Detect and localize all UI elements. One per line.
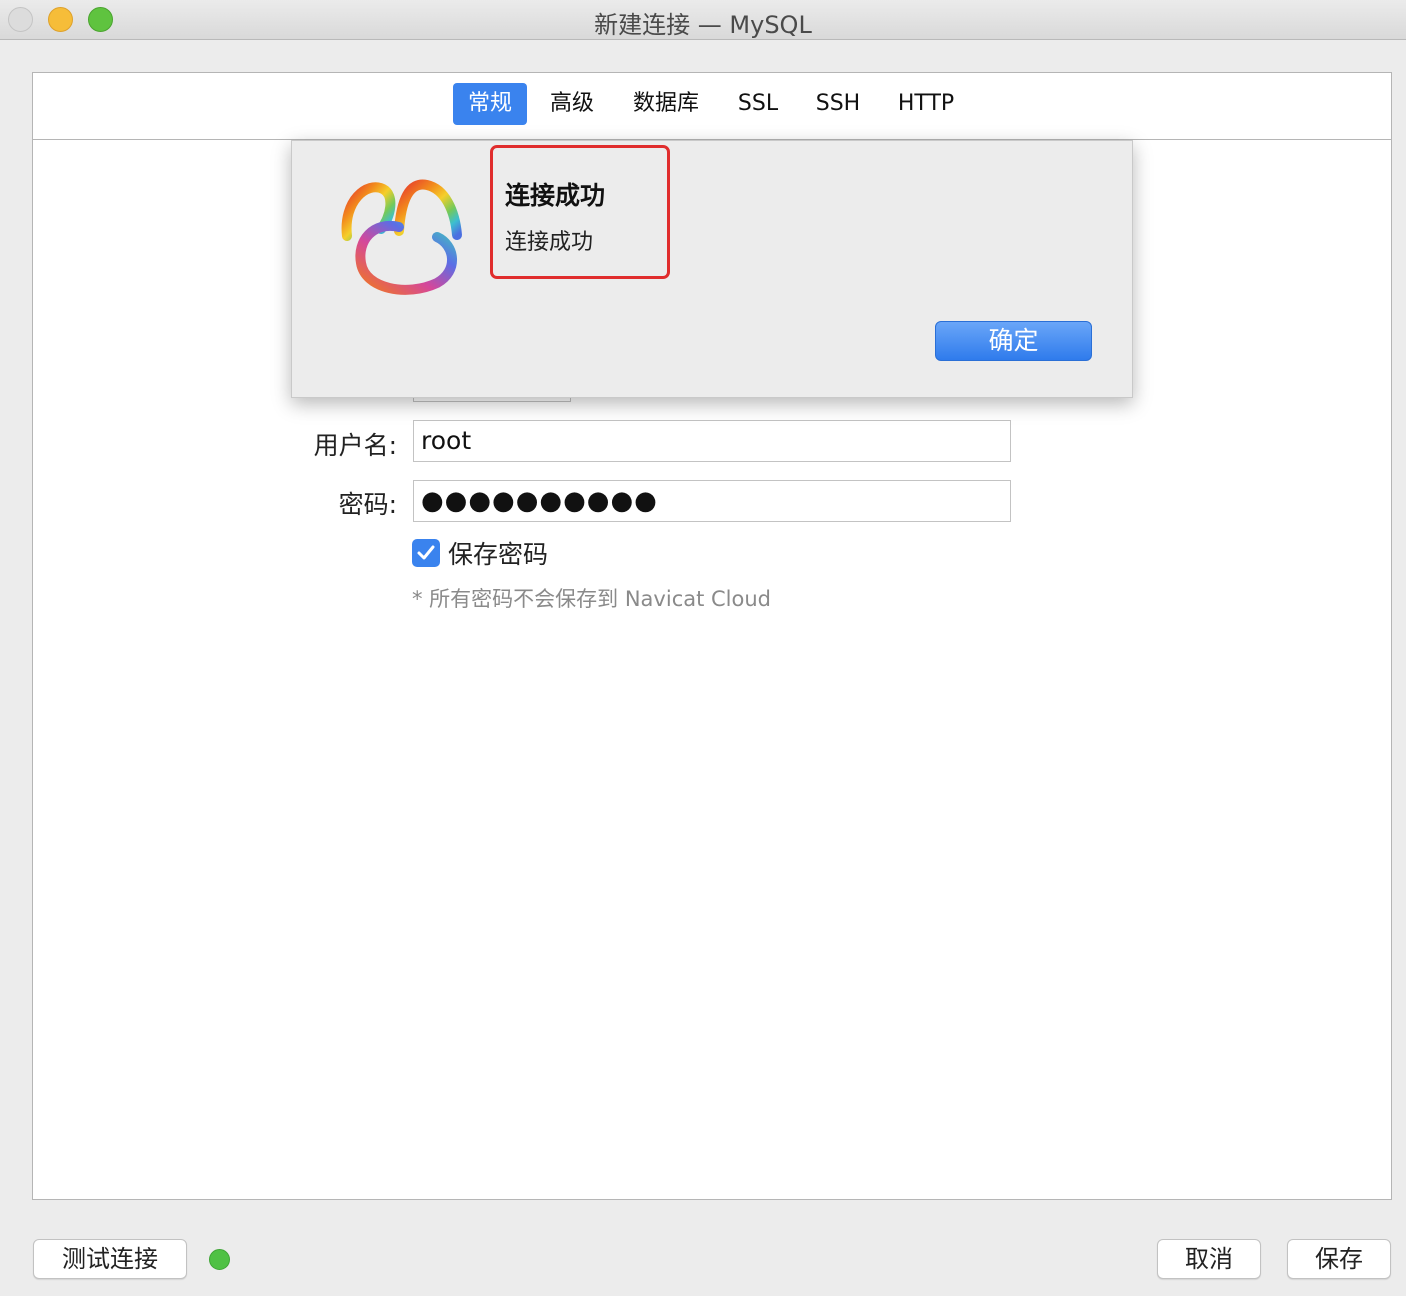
title-bar: 新建连接 — MySQL <box>0 0 1406 40</box>
connection-success-alert: 连接成功 连接成功 确定 <box>291 140 1133 398</box>
ok-button[interactable]: 确定 <box>935 321 1092 361</box>
connection-status-indicator <box>209 1249 230 1270</box>
connection-window: 新建连接 — MySQL 常规 高级 数据库 SSL SSH HTTP 用户名:… <box>0 0 1406 1296</box>
save-password-checkbox[interactable] <box>412 539 440 567</box>
alert-message: 连接成功 <box>505 230 594 255</box>
tab-bar: 常规 高级 数据库 SSL SSH HTTP <box>33 73 1391 140</box>
navicat-logo-icon <box>341 179 462 295</box>
cancel-button[interactable]: 取消 <box>1157 1239 1261 1279</box>
tab-ssh[interactable]: SSH <box>806 83 870 125</box>
alert-title: 连接成功 <box>505 181 606 210</box>
tab-http[interactable]: HTTP <box>888 83 964 125</box>
password-label: 密码: <box>338 490 397 519</box>
username-label: 用户名: <box>313 431 397 460</box>
password-input[interactable]: ●●●●●●●●●● <box>413 480 1011 522</box>
save-button[interactable]: 保存 <box>1287 1239 1391 1279</box>
tab-database[interactable]: 数据库 <box>622 83 710 125</box>
tab-advanced[interactable]: 高级 <box>538 83 606 125</box>
window-title: 新建连接 — MySQL <box>594 11 812 39</box>
test-connection-button[interactable]: 测试连接 <box>33 1239 187 1279</box>
save-password-label: 保存密码 <box>448 540 549 569</box>
username-input[interactable]: root <box>413 420 1011 462</box>
tab-general[interactable]: 常规 <box>453 83 527 125</box>
highlight-box <box>490 145 670 279</box>
cloud-password-note: * 所有密码不会保存到 Navicat Cloud <box>412 587 771 611</box>
checkmark-icon <box>417 545 435 560</box>
tab-ssl[interactable]: SSL <box>727 83 789 125</box>
